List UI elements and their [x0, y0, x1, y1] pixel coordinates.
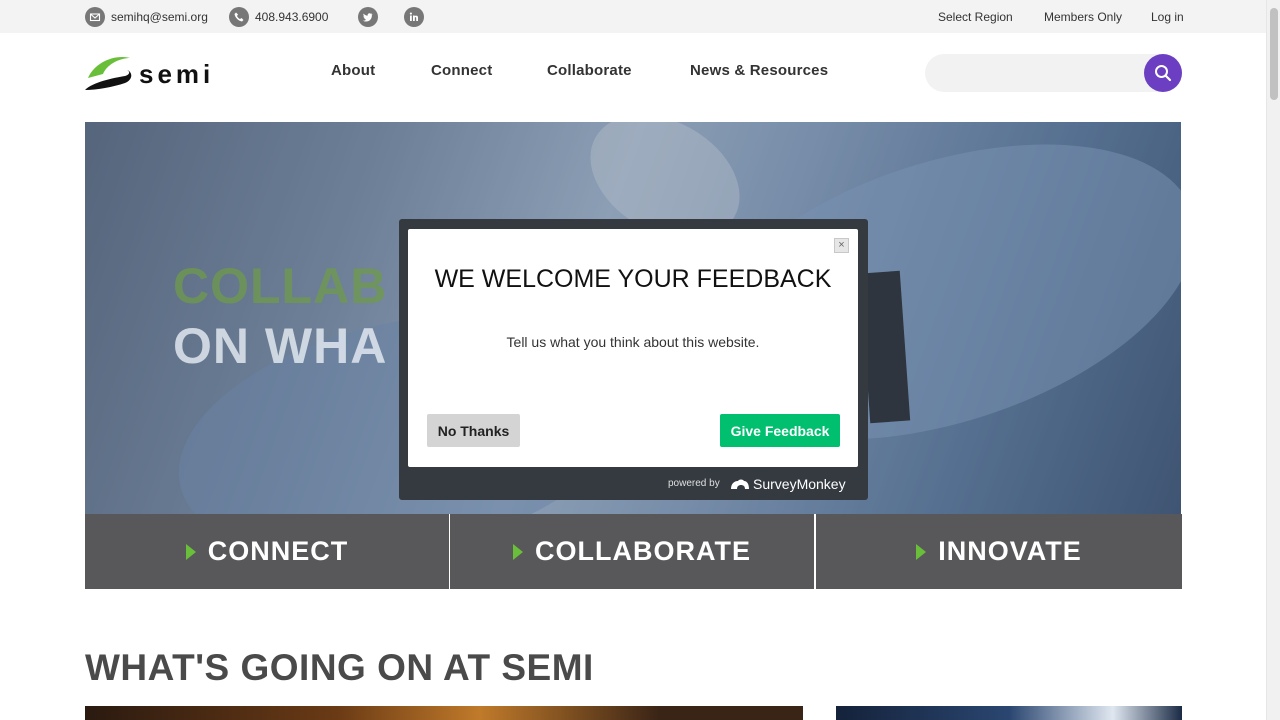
log-in-link[interactable]: Log in	[1151, 10, 1184, 24]
play-arrow-icon	[916, 543, 927, 560]
cta-connect[interactable]: CONNECT	[85, 514, 449, 589]
play-arrow-icon	[185, 543, 196, 560]
modal-title: WE WELCOME YOUR FEEDBACK	[434, 265, 832, 293]
nav-collaborate[interactable]: Collaborate	[547, 62, 632, 79]
email-link[interactable]: semihq@semi.org	[85, 7, 208, 27]
surveymonkey-icon	[731, 479, 749, 489]
semi-logo-text: semi	[139, 59, 214, 89]
give-feedback-button[interactable]: Give Feedback	[720, 414, 840, 447]
cta-collaborate-label: COLLABORATE	[535, 536, 751, 566]
news-card-image[interactable]	[85, 706, 803, 720]
twitter-link[interactable]	[358, 7, 384, 27]
play-arrow-icon	[513, 543, 523, 560]
no-thanks-button[interactable]: No Thanks	[427, 414, 520, 447]
hero-headline-line2: ON WHA	[173, 318, 388, 374]
powered-by-label: powered by	[668, 478, 720, 489]
news-card-image[interactable]	[836, 706, 1182, 720]
members-only-link[interactable]: Members Only	[1044, 10, 1122, 24]
linkedin-link[interactable]	[404, 7, 430, 27]
page-scrollbar[interactable]	[1266, 0, 1280, 720]
close-icon[interactable]: ×	[834, 238, 849, 253]
surveymonkey-text: SurveyMonkey	[753, 476, 846, 492]
email-text: semihq@semi.org	[111, 10, 208, 24]
select-region-link[interactable]: Select Region	[938, 10, 1013, 24]
utility-bar: semihq@semi.org 408.943.6900 Select Regi…	[0, 0, 1266, 33]
phone-icon	[229, 7, 249, 27]
nav-connect[interactable]: Connect	[431, 62, 492, 79]
scrollbar-thumb[interactable]	[1270, 8, 1278, 100]
envelope-icon	[85, 7, 105, 27]
cta-connect-label: CONNECT	[207, 536, 349, 566]
twitter-icon	[358, 7, 378, 27]
hero-headline-line1: COLLAB	[173, 258, 388, 314]
section-title: WHAT'S GOING ON AT SEMI	[85, 647, 594, 688]
semi-logo[interactable]: semi	[85, 52, 240, 94]
semi-logo-mark: semi	[85, 56, 214, 90]
cta-collaborate[interactable]: COLLABORATE	[450, 514, 814, 589]
cta-innovate-label: INNOVATE	[938, 536, 1082, 566]
search-icon	[1155, 65, 1172, 82]
surveymonkey-logo[interactable]: SurveyMonkey	[730, 474, 846, 494]
nav-news-resources[interactable]: News & Resources	[690, 62, 828, 79]
phone-text: 408.943.6900	[255, 10, 329, 24]
phone-link[interactable]: 408.943.6900	[229, 7, 328, 27]
page: semihq@semi.org 408.943.6900 Select Regi…	[0, 0, 1280, 720]
modal-subtitle: Tell us what you think about this websit…	[506, 334, 760, 350]
search-button[interactable]	[1144, 54, 1182, 92]
cta-innovate[interactable]: INNOVATE	[816, 514, 1182, 589]
linkedin-icon	[404, 7, 424, 27]
nav-about[interactable]: About	[331, 62, 375, 79]
